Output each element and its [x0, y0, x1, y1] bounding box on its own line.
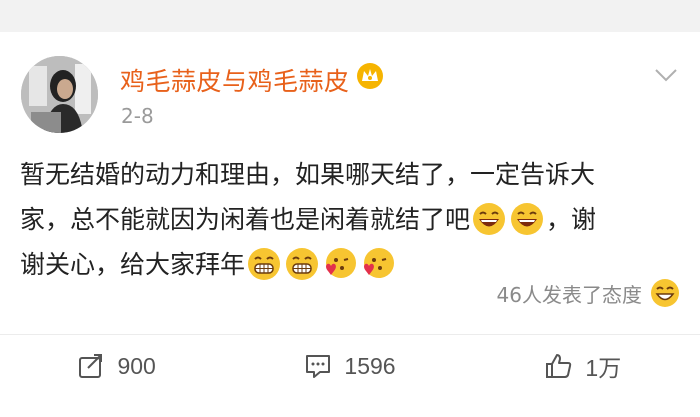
comment-button[interactable]: 1596 [233, 336, 466, 396]
avatar-photo [21, 56, 98, 133]
username[interactable]: 鸡毛蒜皮与鸡毛蒜皮 [120, 62, 350, 98]
grin-emoji-icon [248, 248, 281, 280]
content-line: 暂无结婚的动力和理由，如果哪天结了，一定告诉大 [20, 152, 680, 197]
content-line: 家，总不能就因为闲着也是闲着就结了吧 ，谢 [20, 197, 680, 242]
content-text: 暂无结婚的动力和理由，如果哪天结了，一定告诉大 [20, 160, 596, 189]
smile-emoji-icon [651, 279, 679, 307]
divider [0, 334, 700, 335]
laugh-emoji-icon [511, 203, 544, 235]
content-text: ，谢 [546, 205, 597, 234]
chevron-down-icon[interactable] [654, 68, 678, 82]
comment-count: 1596 [344, 352, 396, 379]
weibo-post-card: 鸡毛蒜皮与鸡毛蒜皮 2-8 暂无结婚的动力和理由，如果哪天结了，一定告诉大 家，… [0, 32, 700, 417]
action-bar: 900 1596 1万 [0, 336, 700, 396]
vip-crown-icon [357, 63, 383, 89]
kiss-heart-emoji-icon [364, 248, 395, 278]
like-button[interactable]: 1万 [467, 336, 700, 396]
repost-icon [79, 354, 103, 378]
attitude-summary[interactable]: 46人发表了态度 [497, 278, 680, 308]
post-content: 暂无结婚的动力和理由，如果哪天结了，一定告诉大 家，总不能就因为闲着也是闲着就结… [20, 152, 680, 287]
comment-icon [306, 355, 331, 378]
repost-count: 900 [117, 352, 156, 379]
kiss-heart-emoji-icon [326, 248, 357, 278]
repost-button[interactable]: 900 [0, 336, 233, 396]
like-icon [546, 354, 572, 378]
attitude-text: 46人发表了态度 [496, 282, 642, 307]
avatar[interactable] [21, 56, 98, 133]
grin-emoji-icon [286, 248, 319, 280]
laugh-emoji-icon [473, 203, 506, 235]
content-text: 谢关心，给大家拜年 [20, 250, 246, 279]
like-count: 1万 [585, 355, 622, 381]
content-text: 家，总不能就因为闲着也是闲着就结了吧 [20, 205, 471, 234]
post-time: 2-8 [121, 104, 154, 128]
